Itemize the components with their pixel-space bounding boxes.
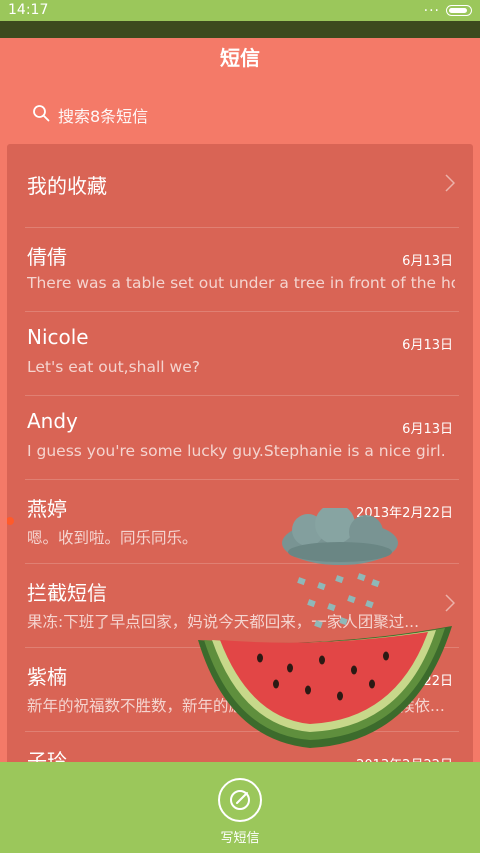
compose-button[interactable] [218,778,262,822]
contact-name: 拦截短信 [27,581,107,605]
message-preview: I guess you're some lucky guy.Stephanie … [27,442,446,460]
message-preview: There was a table set out under a tree i… [27,274,455,292]
contact-name: 倩倩 [27,245,67,269]
chevron-right-icon [445,594,455,612]
battery-icon [446,5,472,16]
message-date: 6月13日 [402,422,453,437]
page-title: 短信 [220,46,260,70]
message-preview: 果冻:下班了早点回家，妈说今天都回来，一家人团聚过... [27,613,420,631]
chevron-right-icon [445,174,455,192]
compose-label: 写短信 [220,831,260,846]
bottom-bar: 写短信 [0,762,480,853]
message-date: 6月13日 [402,254,453,269]
contact-name: Nicole [27,325,89,349]
status-dots: ... [423,0,440,15]
status-time: 14:17 [8,2,49,18]
status-bar: 14:17 ... [0,0,480,21]
conversation-row[interactable]: 倩倩 6月13日 There was a table set out under… [7,228,473,312]
search-input[interactable]: 搜索8条短信 [58,103,148,127]
blocked-messages-row[interactable]: 拦截短信 果冻:下班了早点回家，妈说今天都回来，一家人团聚过... [7,564,473,648]
contact-name: Andy [27,409,78,433]
favorites-label: 我的收藏 [27,174,107,198]
compose-icon [230,790,250,810]
message-preview: 嗯。收到啦。同乐同乐。 [27,529,198,547]
message-date: 2013年2月22日 [356,506,453,521]
conversation-list: 我的收藏 倩倩 6月13日 There was a table set out … [7,144,473,784]
conversation-row[interactable]: 燕婷 2013年2月22日 嗯。收到啦。同乐同乐。 [7,480,473,564]
message-preview: Let's eat out,shall we? [27,358,200,376]
favorites-row[interactable]: 我的收藏 [7,144,473,228]
search-bar[interactable]: 搜索8条短信 [0,86,480,142]
contact-name: 紫楠 [27,665,67,689]
conversation-row[interactable]: Nicole 6月13日 Let's eat out,shall we? [7,312,473,396]
conversation-row[interactable]: 紫楠 2013年2月22日 新年的祝福数不胜数，新年的愿望好多好多，新年的问候依… [7,648,473,732]
contact-name: 燕婷 [27,497,67,521]
search-icon [33,105,50,122]
conversation-row[interactable]: Andy 6月13日 I guess you're some lucky guy… [7,396,473,480]
message-date: 6月13日 [402,338,453,353]
message-date: 2013年2月22日 [356,674,453,689]
message-preview: 新年的祝福数不胜数，新年的愿望好多好多，新年的问候依... [27,697,445,715]
status-strip [0,21,480,38]
header: 短信 [0,38,480,86]
unread-indicator [7,517,14,525]
